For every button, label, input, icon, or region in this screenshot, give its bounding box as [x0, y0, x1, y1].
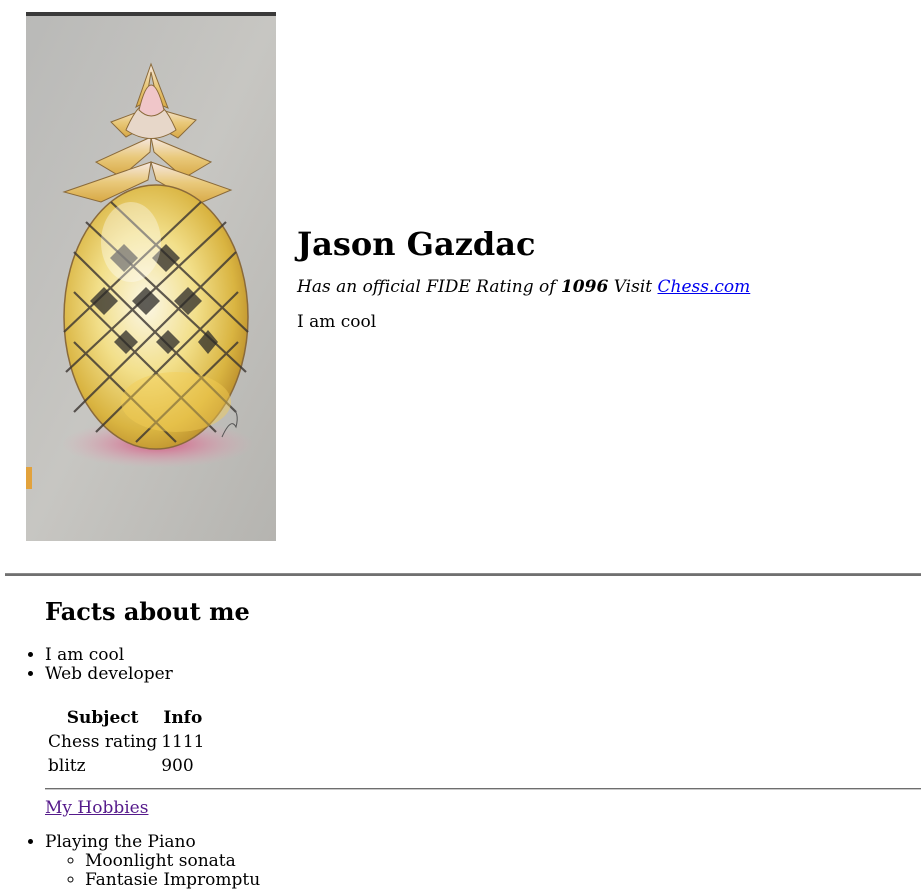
column-header-info: Info	[163, 708, 203, 728]
column-header-subject: Subject	[66, 708, 139, 728]
table-row: blitz 900	[47, 755, 206, 777]
facts-heading: Facts about me	[45, 597, 250, 626]
hobbies-list: Playing the Piano Moonlight sonata Fanta…	[0, 833, 921, 890]
divider	[45, 788, 921, 790]
rating-value: 1096	[560, 277, 609, 297]
facts-section: Facts about me I am cool Web developer S…	[0, 592, 921, 890]
page: Jason Gazdac Has an official FIDE Rating…	[0, 0, 921, 890]
table-row: Chess rating 1111	[47, 731, 206, 753]
hobby-label: Playing the Piano	[45, 832, 196, 852]
rating-prefix: Has an official FIDE Rating of	[297, 277, 556, 297]
bio: Jason Gazdac Has an official FIDE Rating…	[297, 224, 917, 333]
profile-photo	[26, 12, 276, 541]
list-item: Web developer	[45, 665, 921, 684]
hobbies-link[interactable]: My Hobbies	[45, 798, 148, 818]
chess-link[interactable]: Chess.com	[658, 277, 751, 297]
tagline: I am cool	[297, 312, 377, 332]
table-cell: 900	[161, 756, 194, 776]
profile-name: Jason Gazdac	[297, 225, 536, 263]
hobby-sublist: Moonlight sonata Fantasie Impromptu	[45, 852, 921, 890]
list-item: Playing the Piano Moonlight sonata Fanta…	[45, 833, 921, 890]
table-header-row: Subject Info	[47, 707, 206, 729]
table-cell: 1111	[161, 732, 205, 752]
hobbies-link-line: My Hobbies	[45, 798, 921, 818]
facts-list: I am cool Web developer	[0, 646, 921, 684]
info-table: Subject Info Chess rating 1111 blitz 900	[45, 705, 208, 779]
table-cell: Chess rating	[48, 732, 158, 752]
list-item: I am cool	[45, 646, 921, 665]
list-item: Fantasie Impromptu	[85, 871, 921, 890]
visit-text: Visit	[613, 277, 653, 297]
section-divider	[5, 573, 921, 576]
rating-line: Has an official FIDE Rating of 1096 Visi…	[297, 276, 917, 298]
profile-header: Jason Gazdac Has an official FIDE Rating…	[26, 12, 921, 541]
table-cell: blitz	[48, 756, 86, 776]
list-item: Moonlight sonata	[85, 852, 921, 871]
